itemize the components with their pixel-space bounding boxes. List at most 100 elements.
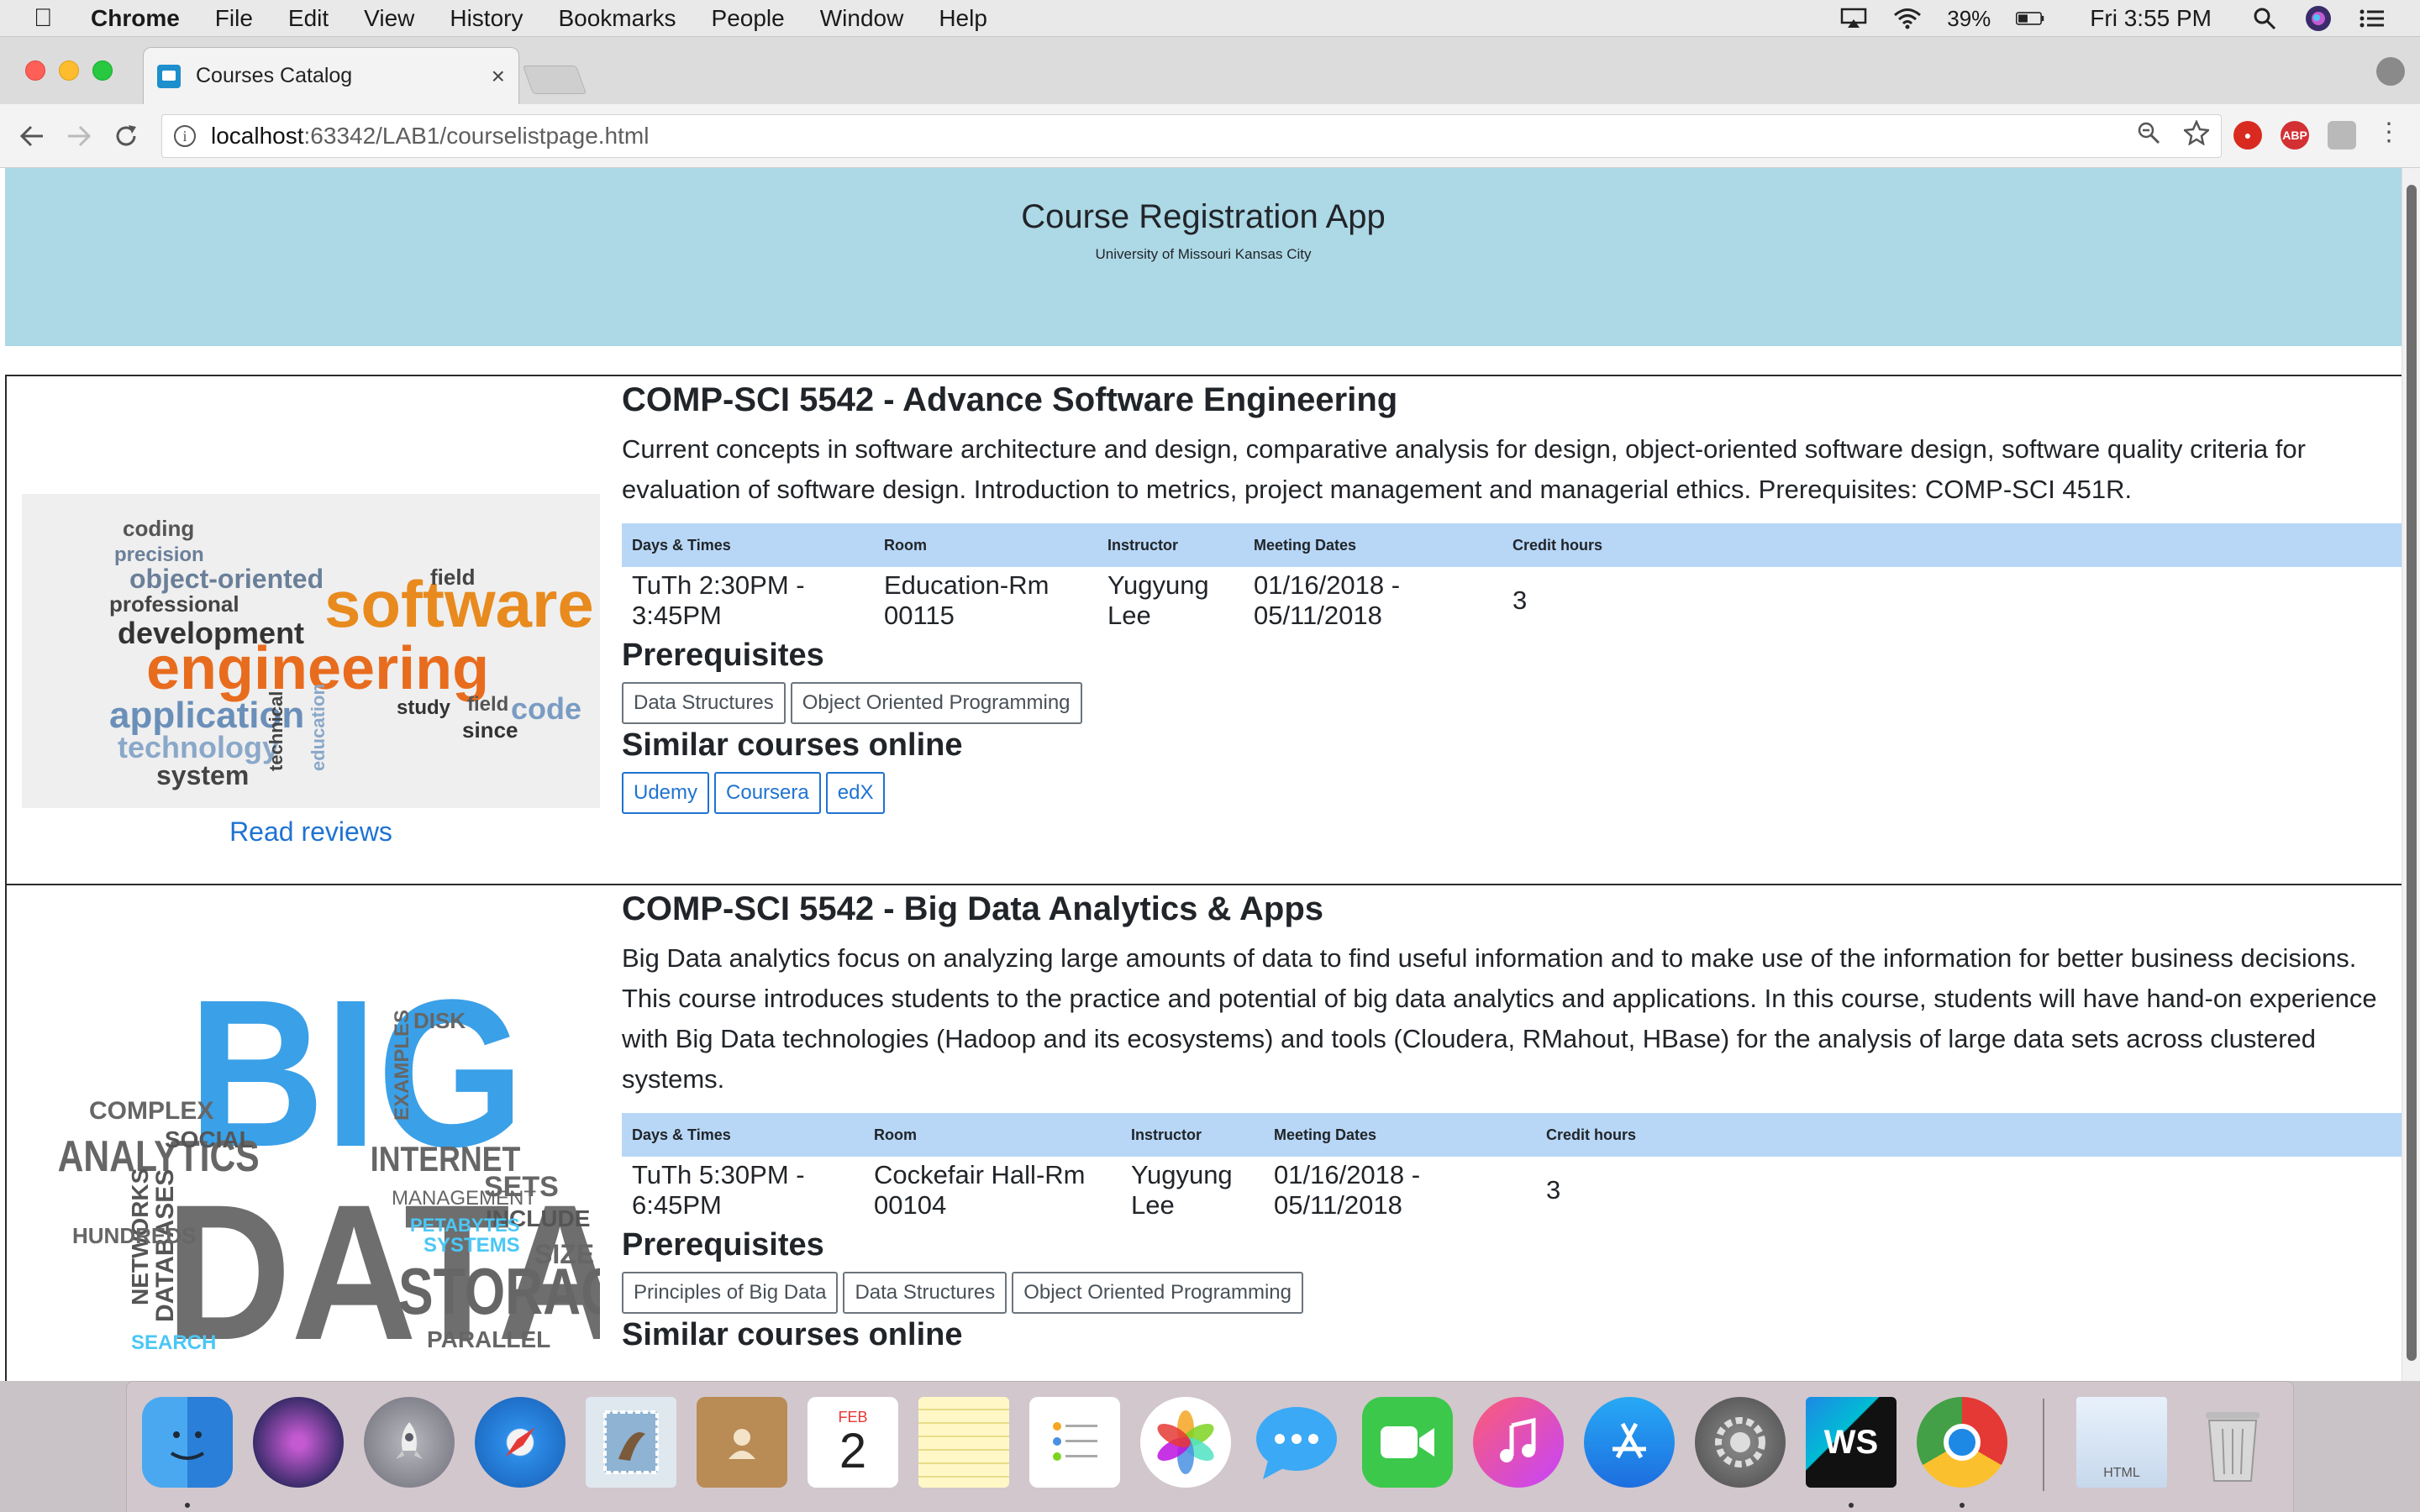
course-card: BIG DATA ANALYTICS STORAGE INTERNET COMP… — [5, 884, 2403, 1381]
trash-icon[interactable] — [2187, 1397, 2278, 1488]
wifi-icon[interactable] — [1893, 8, 1922, 29]
chrome-window: Courses Catalog × i localhost :63342/LAB… — [0, 37, 2420, 1381]
notification-center-icon[interactable] — [2358, 8, 2386, 29]
bookmark-star-icon[interactable] — [2182, 118, 2211, 152]
col-meeting-dates: Meeting Dates — [1244, 523, 1502, 567]
chrome-icon[interactable] — [1917, 1397, 2007, 1488]
forward-button[interactable] — [64, 121, 94, 151]
app-store-icon[interactable] — [1584, 1397, 1675, 1488]
document-label: HTML — [2103, 1466, 2140, 1480]
scrollbar-thumb[interactable] — [2407, 185, 2417, 1361]
prerequisite-list: Data Structures Object Oriented Programm… — [622, 682, 2402, 724]
cell-room: Cockefair Hall-Rm 00104 — [874, 1160, 1086, 1220]
window-close-button[interactable] — [25, 60, 45, 81]
cell-instructor: Yugyung Lee — [1107, 570, 1209, 630]
big-data-word-cloud-image: BIG DATA ANALYTICS STORAGE INTERNET COMP… — [22, 919, 600, 1356]
notes-icon[interactable] — [918, 1397, 1009, 1488]
photos-icon[interactable] — [1140, 1397, 1231, 1488]
apple-menu-icon[interactable]:  — [34, 4, 67, 33]
menu-people[interactable]: People — [712, 5, 785, 32]
tab-courses-catalog[interactable]: Courses Catalog × — [143, 47, 519, 104]
extension-puzzle-icon[interactable] — [2328, 121, 2356, 150]
course-description: Current concepts in software architectur… — [622, 434, 2306, 504]
prerequisite-badge[interactable]: Object Oriented Programming — [1012, 1272, 1303, 1314]
prerequisite-badge[interactable]: Object Oriented Programming — [790, 682, 1082, 724]
webstorm-label: WS — [1823, 1423, 1879, 1461]
similar-course-edx-button[interactable]: edX — [825, 772, 886, 814]
menu-history[interactable]: History — [450, 5, 523, 32]
prerequisite-badge[interactable]: Data Structures — [843, 1272, 1007, 1314]
word-cloud-word: study — [397, 696, 451, 719]
page-title: Course Registration App — [1021, 198, 1386, 235]
webstorm-icon[interactable]: WS — [1806, 1397, 1897, 1488]
col-meeting-dates: Meeting Dates — [1264, 1113, 1536, 1157]
word-cloud-word: SOCIAL — [165, 1126, 254, 1152]
prerequisite-badge[interactable]: Data Structures — [622, 682, 786, 724]
window-maximize-button[interactable] — [92, 60, 113, 81]
spotlight-search-icon[interactable] — [2250, 8, 2279, 30]
reminders-icon[interactable] — [1029, 1397, 1120, 1488]
schedule-table: Days & Times Room Instructor Meeting Dat… — [622, 1113, 2403, 1224]
prerequisite-badge[interactable]: Principles of Big Data — [622, 1272, 839, 1314]
col-room: Room — [874, 523, 1097, 567]
window-minimize-button[interactable] — [59, 60, 79, 81]
tab-close-icon[interactable]: × — [492, 63, 505, 90]
battery-icon[interactable] — [2016, 8, 2044, 29]
word-cloud-word: professional — [109, 591, 239, 617]
cell-days-times: TuTh 2:30PM - 3:45PM — [632, 570, 805, 630]
menu-view[interactable]: View — [364, 5, 414, 32]
siri-icon[interactable] — [2304, 6, 2333, 31]
site-info-icon[interactable]: i — [174, 125, 196, 147]
page-scrollbar[interactable] — [2402, 168, 2420, 1381]
calendar-icon[interactable]: FEB 2 — [808, 1397, 898, 1488]
adblock-plus-icon[interactable]: ABP — [2281, 121, 2309, 150]
menu-bookmarks[interactable]: Bookmarks — [558, 5, 676, 32]
course-description: Big Data analytics focus on analyzing la… — [622, 943, 2377, 1094]
software-engineering-word-cloud-image: coding precision object-oriented profess… — [22, 494, 600, 808]
chrome-menu-icon[interactable]: ⋮ — [2376, 118, 2402, 147]
word-cloud-word: DISK — [413, 1008, 466, 1033]
schedule-header-row: Days & Times Room Instructor Meeting Dat… — [622, 523, 2403, 567]
html-document-icon[interactable]: HTML — [2076, 1397, 2167, 1488]
contacts-book-icon[interactable] — [697, 1397, 787, 1488]
address-bar[interactable]: i localhost :63342/LAB1/courselistpage.h… — [161, 114, 2222, 158]
menubar-clock[interactable]: Fri 3:55 PM — [2090, 5, 2212, 32]
col-days-times: Days & Times — [622, 1113, 864, 1157]
menu-help[interactable]: Help — [939, 5, 987, 32]
new-tab-button[interactable] — [522, 66, 587, 94]
cell-meeting-dates: 01/16/2018 - 05/11/2018 — [1254, 570, 1401, 630]
menu-file[interactable]: File — [215, 5, 253, 32]
cell-credit-hours: 3 — [1546, 1175, 1561, 1205]
airplay-icon[interactable] — [1839, 8, 1868, 29]
mail-stamp-icon[interactable] — [586, 1397, 676, 1488]
zoom-icon[interactable] — [2137, 121, 2160, 151]
col-credit-hours: Credit hours — [1536, 1113, 2403, 1157]
similar-course-udemy-button[interactable]: Udemy — [622, 772, 710, 814]
menu-app-chrome[interactable]: Chrome — [91, 5, 180, 32]
menu-edit[interactable]: Edit — [288, 5, 329, 32]
launchpad-rocket-icon[interactable] — [364, 1397, 455, 1488]
reload-button[interactable] — [111, 121, 141, 151]
finder-icon[interactable] — [142, 1397, 233, 1488]
battery-percent: 39% — [1947, 5, 1991, 31]
facetime-video-icon[interactable] — [1362, 1397, 1453, 1488]
messages-bubble-icon[interactable] — [1251, 1397, 1342, 1488]
cell-meeting-dates: 01/16/2018 - 05/11/2018 — [1274, 1160, 1421, 1220]
safari-compass-icon[interactable] — [475, 1397, 566, 1488]
read-reviews-link[interactable]: Read reviews — [7, 816, 615, 848]
browser-toolbar: i localhost :63342/LAB1/courselistpage.h… — [0, 104, 2420, 168]
word-cloud-word: field — [467, 693, 508, 716]
url-path: :63342/LAB1/courselistpage.html — [303, 123, 650, 149]
extension-shield-icon[interactable]: ● — [2233, 121, 2262, 150]
profile-avatar-icon[interactable] — [2376, 57, 2405, 86]
similar-course-coursera-button[interactable]: Coursera — [714, 772, 821, 814]
macos-menubar:  Chrome File Edit View History Bookmark… — [0, 0, 2420, 37]
system-preferences-gear-icon[interactable] — [1695, 1397, 1786, 1488]
itunes-music-note-icon[interactable] — [1473, 1397, 1564, 1488]
word-cloud-word: code — [511, 691, 581, 726]
siri-dock-icon[interactable] — [253, 1397, 344, 1488]
menu-window[interactable]: Window — [820, 5, 904, 32]
prerequisite-list: Principles of Big Data Data Structures O… — [622, 1272, 2402, 1314]
course-details: COMP-SCI 5542 - Advance Software Enginee… — [622, 376, 2403, 817]
back-button[interactable] — [17, 121, 47, 151]
